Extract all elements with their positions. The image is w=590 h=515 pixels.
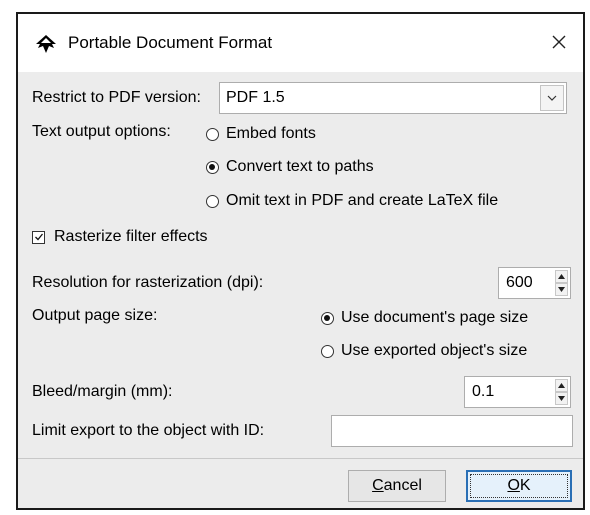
rasterize-filter-checkbox[interactable]: Rasterize filter effects	[32, 228, 208, 246]
divider	[18, 458, 583, 459]
dialog-body: Restrict to PDF version: PDF 1.5 Text ou…	[18, 72, 583, 508]
cancel-button[interactable]: Cancel	[348, 470, 446, 502]
pdf-version-select[interactable]: PDF 1.5	[219, 82, 567, 114]
triangle-down-icon	[558, 287, 565, 292]
resolution-stepper	[555, 270, 568, 296]
radio-document-page-size[interactable]: Use document's page size	[321, 309, 528, 327]
decrement-button[interactable]	[555, 392, 568, 405]
pdf-export-dialog: Portable Document Format Restrict to PDF…	[16, 12, 585, 510]
radio-button	[206, 127, 219, 141]
ok-button[interactable]: OK	[466, 470, 572, 502]
bleed-label: Bleed/margin (mm):	[32, 383, 173, 400]
text-output-label: Text output options:	[32, 123, 171, 140]
window-title: Portable Document Format	[68, 33, 273, 52]
increment-button[interactable]	[555, 379, 568, 392]
radio-button	[206, 194, 219, 208]
radio-embed-fonts[interactable]: Embed fonts	[206, 125, 316, 143]
pdf-version-dropdown-button[interactable]	[540, 85, 564, 111]
radio-button	[321, 344, 334, 358]
close-icon	[552, 35, 566, 49]
pdf-version-label: Restrict to PDF version:	[32, 89, 201, 106]
radio-convert-text-to-paths[interactable]: Convert text to paths	[206, 158, 374, 176]
triangle-up-icon	[558, 383, 565, 388]
triangle-up-icon	[558, 274, 565, 279]
rasterize-filter-label: Rasterize filter effects	[54, 228, 208, 245]
checkbox	[32, 230, 45, 244]
focus-rect	[470, 474, 568, 498]
radio-label-omit-text: Omit text in PDF and create LaTeX file	[226, 192, 499, 209]
radio-omit-text-latex[interactable]: Omit text in PDF and create LaTeX file	[206, 192, 498, 210]
radio-label-embed-fonts: Embed fonts	[226, 125, 316, 142]
bleed-spinbox[interactable]: 0.1	[464, 376, 571, 408]
radio-exported-object-size[interactable]: Use exported object's size	[321, 342, 527, 360]
object-id-input[interactable]	[331, 415, 573, 447]
close-button[interactable]	[541, 24, 577, 60]
page-size-label: Output page size:	[32, 307, 158, 324]
pdf-version-value: PDF 1.5	[226, 89, 285, 106]
title-bar: Portable Document Format	[18, 14, 583, 72]
increment-button[interactable]	[555, 270, 568, 283]
radio-button-selected	[321, 311, 334, 325]
triangle-down-icon	[558, 396, 565, 401]
radio-label-document-size: Use document's page size	[341, 309, 529, 326]
inkscape-icon	[34, 34, 58, 54]
resolution-value: 600	[506, 274, 533, 291]
bleed-stepper	[555, 379, 568, 405]
decrement-button[interactable]	[555, 283, 568, 296]
limit-export-label: Limit export to the object with ID:	[32, 422, 265, 439]
bleed-value: 0.1	[472, 383, 495, 400]
chevron-down-icon	[547, 95, 557, 101]
checkmark-icon	[34, 233, 43, 241]
resolution-spinbox[interactable]: 600	[498, 267, 571, 299]
radio-button-selected	[206, 160, 219, 174]
cancel-label: Cancel	[372, 477, 422, 494]
radio-label-convert-text: Convert text to paths	[226, 158, 374, 175]
resolution-label: Resolution for rasterization (dpi):	[32, 274, 264, 291]
radio-label-object-size: Use exported object's size	[341, 342, 528, 359]
